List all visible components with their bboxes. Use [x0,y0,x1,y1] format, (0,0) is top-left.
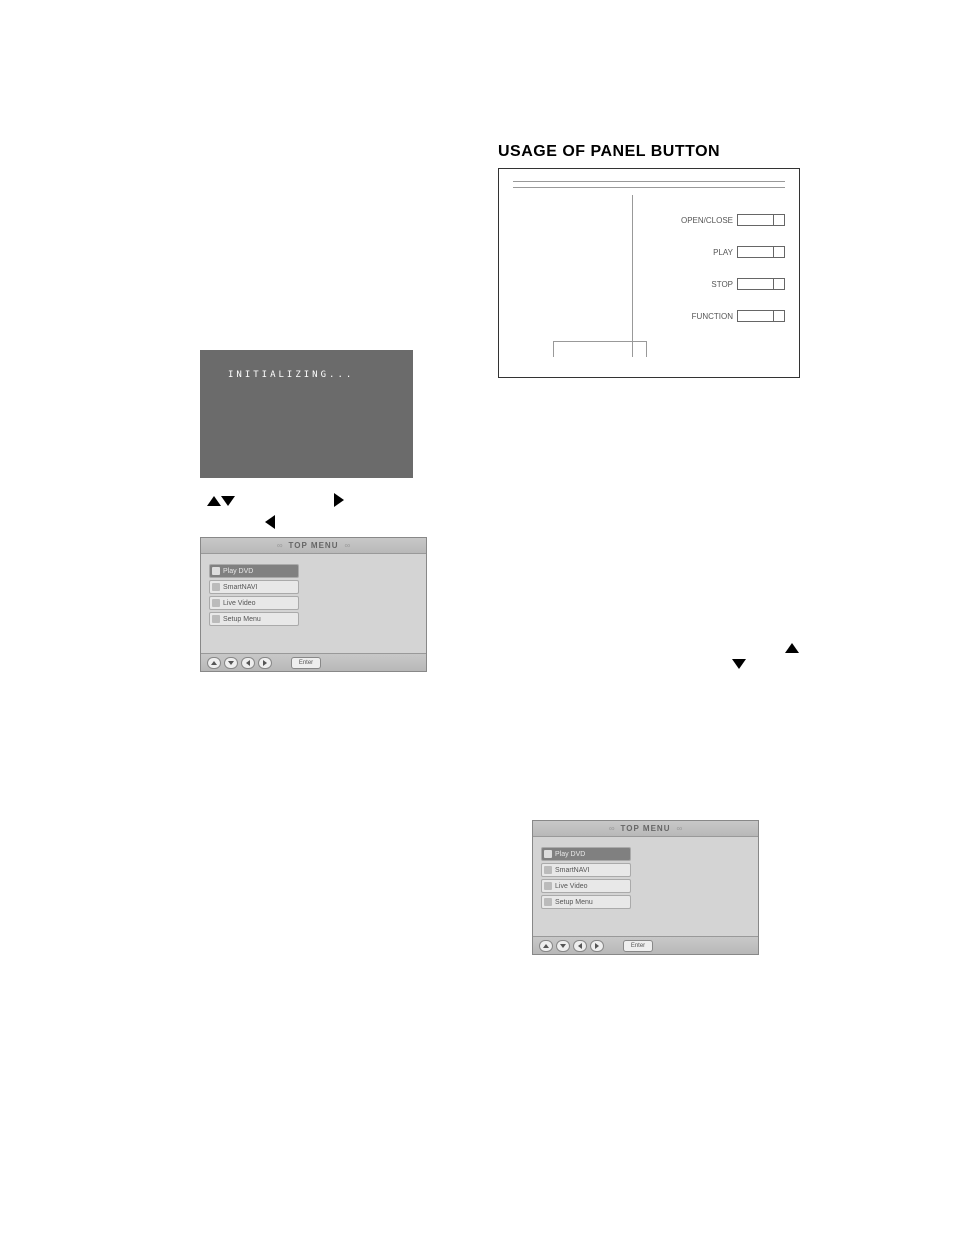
panel-display-window [513,195,633,357]
initializing-screen: INITIALIZING... [200,350,413,478]
nav-up-icon [539,940,553,952]
menu-label: Setup Menu [223,616,261,623]
menu-item-smartnavi[interactable]: SmartNAVI [209,580,299,594]
arrow-down-icon [732,656,746,674]
menu-item-smartnavi[interactable]: SmartNAVI [541,863,631,877]
play-dvd-icon [544,850,552,858]
nav-right-icon [590,940,604,952]
setup-menu-icon [544,898,552,906]
panel-label-openclose: OPEN/CLOSE [681,216,733,225]
menu-item-live-video[interactable]: Live Video [541,879,631,893]
panel-label-play: PLAY [713,248,733,257]
enter-button[interactable]: Enter [291,657,321,669]
decor-swirl-icon: ∞ [344,541,350,550]
menu-label: SmartNAVI [555,867,590,874]
menu-label: SmartNAVI [223,584,258,591]
arrow-up-icon [785,640,799,658]
panel-label-function: FUNCTION [692,312,733,321]
initializing-text: INITIALIZING... [200,350,413,380]
nav-down-icon [224,657,238,669]
top-menu-header: ∞ TOP MENU ∞ [201,538,426,554]
menu-item-play-dvd[interactable]: Play DVD [209,564,299,578]
menu-item-setup-menu[interactable]: Setup Menu [209,612,299,626]
panel-tray [553,341,647,357]
enter-button[interactable]: Enter [623,940,653,952]
top-menu-screen: ∞ TOP MENU ∞ Play DVD SmartNAVI Live Vid… [532,820,759,955]
top-menu-title: TOP MENU [621,824,671,833]
panel-label-stop: STOP [711,280,733,289]
top-menu-footer: Enter [533,936,758,954]
menu-label: Play DVD [223,568,253,575]
page-title: USAGE OF PANEL BUTTON [498,143,720,161]
decor-swirl-icon: ∞ [609,824,615,833]
menu-item-live-video[interactable]: Live Video [209,596,299,610]
nav-up-icon [207,657,221,669]
top-menu-screen: ∞ TOP MENU ∞ Play DVD SmartNAVI Live Vid… [200,537,427,672]
open-close-button[interactable] [737,214,785,226]
decor-swirl-icon: ∞ [277,541,283,550]
function-button[interactable] [737,310,785,322]
top-menu-footer: Enter [201,653,426,671]
play-dvd-icon [212,567,220,575]
arrow-left-icon [265,515,275,534]
menu-label: Setup Menu [555,899,593,906]
play-button[interactable] [737,246,785,258]
menu-item-setup-menu[interactable]: Setup Menu [541,895,631,909]
top-menu-title: TOP MENU [289,541,339,550]
arrow-updown-icon [207,493,235,511]
decor-swirl-icon: ∞ [676,824,682,833]
setup-menu-icon [212,615,220,623]
nav-down-icon [556,940,570,952]
panel-diagram: OPEN/CLOSE PLAY STOP FUNCTION [498,168,800,378]
live-video-icon [212,599,220,607]
nav-left-icon [573,940,587,952]
stop-button[interactable] [737,278,785,290]
menu-label: Live Video [223,600,256,607]
top-menu-header: ∞ TOP MENU ∞ [533,821,758,837]
nav-left-icon [241,657,255,669]
smartnavi-icon [212,583,220,591]
smartnavi-icon [544,866,552,874]
nav-right-icon [258,657,272,669]
live-video-icon [544,882,552,890]
menu-label: Play DVD [555,851,585,858]
arrow-right-icon [334,493,344,512]
menu-item-play-dvd[interactable]: Play DVD [541,847,631,861]
menu-label: Live Video [555,883,588,890]
